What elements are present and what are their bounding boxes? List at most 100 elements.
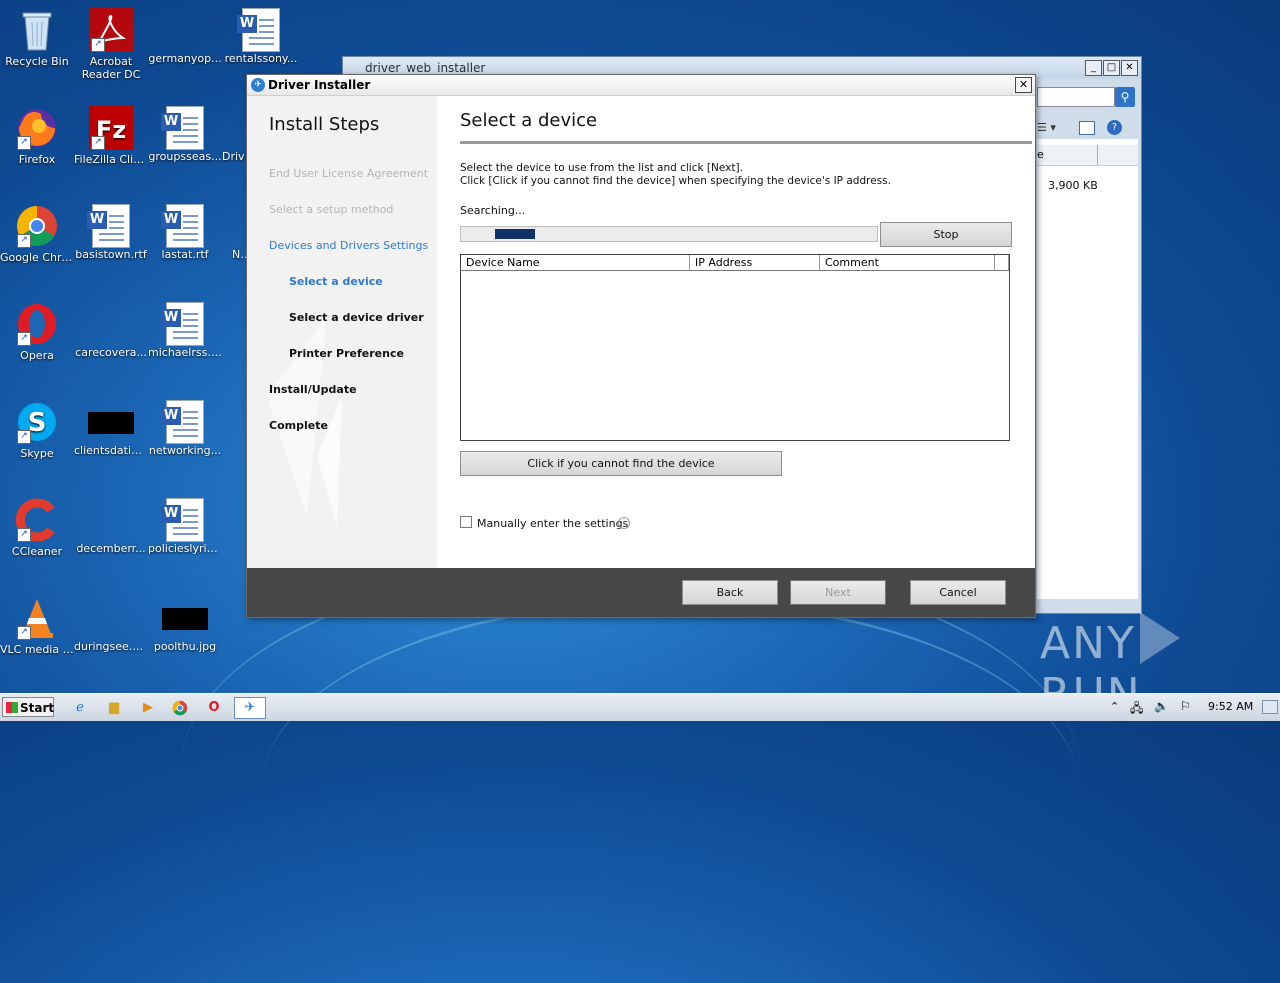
next-button[interactable]: Next xyxy=(790,580,886,605)
network-icon[interactable]: 🖧 xyxy=(1130,699,1143,720)
back-button[interactable]: Back xyxy=(682,580,778,605)
opera-icon[interactable]: O xyxy=(200,697,228,719)
desktop-icon-acrobat[interactable]: ↗ Acrobat Reader DC xyxy=(74,8,148,81)
step-install-update: Install/Update xyxy=(269,383,357,396)
folder-icon[interactable]: ▆ xyxy=(100,697,128,719)
file-icon xyxy=(74,498,148,542)
desktop-icon-germanyop[interactable]: germanyop... xyxy=(148,8,222,65)
desktop-icon-ne[interactable]: Ne xyxy=(232,204,246,261)
select-device-panel: Select a device Select the device to use… xyxy=(437,96,1035,568)
desktop-icon-label: Opera xyxy=(20,349,54,362)
desktop-icon-label: basistown.rtf xyxy=(75,248,147,261)
explorer-search-input[interactable] xyxy=(1037,87,1115,107)
desktop-icon-filezilla[interactable]: Fz ↗ FileZilla Client xyxy=(74,106,148,166)
steps-heading: Install Steps xyxy=(269,114,380,135)
recycle-bin-icon xyxy=(15,8,59,52)
desktop-icon-label: michaelrss.rtf xyxy=(148,346,222,359)
shortcut-arrow-icon: ↗ xyxy=(91,38,105,52)
shortcut-arrow-icon: ↗ xyxy=(17,332,31,346)
watermark-text: ANY xyxy=(1040,618,1136,669)
chrome-icon[interactable] xyxy=(166,697,194,719)
desktop-icon-label: CCleaner xyxy=(11,545,63,558)
progress-indicator xyxy=(495,229,535,239)
desktop-icon-carecovera[interactable]: carecovera... xyxy=(74,302,148,359)
media-player-icon[interactable]: ▶ xyxy=(134,697,162,719)
minimize-button[interactable]: _ xyxy=(1085,60,1102,76)
windows-logo-icon xyxy=(6,702,18,713)
device-list-table[interactable]: Device Name IP Address Comment xyxy=(460,254,1010,441)
desktop-icon-poolthu[interactable]: poolthu.jpg xyxy=(148,596,222,653)
preview-pane-icon[interactable] xyxy=(1079,121,1095,135)
explorer-column-header[interactable]: e xyxy=(1037,145,1138,166)
driver-installer-dialog[interactable]: ✈ Driver Installer ✕ Install Steps End U… xyxy=(246,74,1036,618)
column-header-device-name[interactable]: Device Name xyxy=(461,255,690,271)
search-icon[interactable]: ⚲ xyxy=(1115,87,1135,107)
desktop-icon-lastat[interactable]: W lastat.rtf xyxy=(148,204,222,261)
vlc-icon: ↗ xyxy=(15,596,59,640)
desktop-icon-clientsdatin[interactable]: clientsdatin... xyxy=(74,400,148,457)
desktop-icon-ccleaner[interactable]: ↗ CCleaner xyxy=(0,498,74,558)
file-icon xyxy=(222,106,246,150)
taskbar: Start ℯ ▆ ▶ O ✈ ⌃ 🖧 🔈 ⚐ 9:52 AM xyxy=(0,693,1280,721)
show-hidden-icons-button[interactable]: ⌃ xyxy=(1110,700,1119,713)
desktop-icon-driv[interactable]: Driv xyxy=(222,106,246,163)
step-select-device-driver: Select a device driver xyxy=(289,311,424,324)
desktop-icon-label: poolthu.jpg xyxy=(153,640,217,653)
heading-divider xyxy=(460,141,1032,144)
maximize-button[interactable]: □ xyxy=(1103,60,1120,76)
step-devices-drivers-settings: Devices and Drivers Settings xyxy=(269,239,429,252)
close-button[interactable]: ✕ xyxy=(1015,77,1032,93)
dialog-title: Driver Installer xyxy=(268,78,371,92)
desktop-icon-label: Google Chrome xyxy=(0,251,74,264)
word-doc-icon xyxy=(232,204,246,248)
shortcut-arrow-icon: ↗ xyxy=(91,136,105,150)
volume-icon[interactable]: 🔈 xyxy=(1154,699,1169,713)
word-doc-icon: W xyxy=(161,400,204,444)
manual-settings-checkbox-row[interactable]: Manually enter the settings xyxy=(460,516,628,530)
desktop-icon-opera[interactable]: ↗ Opera xyxy=(0,302,74,362)
desktop-icon-label: Firefox xyxy=(18,153,56,166)
desktop-icon-firefox[interactable]: ↗ Firefox xyxy=(0,106,74,166)
desktop-icon-duringsee[interactable]: duringsee.png xyxy=(74,596,148,653)
desktop-icon-decemberr[interactable]: decemberr... xyxy=(74,498,148,555)
desktop-icon-michaelrss[interactable]: W michaelrss.rtf xyxy=(148,302,222,359)
desktop-icon-chrome[interactable]: ↗ Google Chrome xyxy=(0,204,74,264)
manual-settings-checkbox[interactable] xyxy=(460,516,472,528)
stop-button[interactable]: Stop xyxy=(880,222,1012,247)
desktop-icon-groupsseas[interactable]: W groupsseas... xyxy=(148,106,222,163)
info-icon[interactable]: i xyxy=(618,517,630,529)
driver-installer-icon[interactable]: ✈ xyxy=(234,697,266,719)
shortcut-arrow-icon: ↗ xyxy=(17,136,31,150)
chrome-icon: ↗ xyxy=(15,204,59,248)
desktop-icon-vlc[interactable]: ↗ VLC media player xyxy=(0,596,74,656)
action-center-flag-icon[interactable]: ⚐ xyxy=(1180,699,1191,713)
view-options-icon[interactable]: ☰ ▾ xyxy=(1037,121,1056,134)
desktop-icon-label: decemberr... xyxy=(76,542,146,555)
word-doc-icon: W xyxy=(237,8,280,52)
cannot-find-device-button[interactable]: Click if you cannot find the device xyxy=(460,451,782,476)
opera-icon: ↗ xyxy=(15,302,59,346)
desktop-icon-networking[interactable]: W networking... xyxy=(148,400,222,457)
desktop-icon-basistown[interactable]: W basistown.rtf xyxy=(74,204,148,261)
cancel-button[interactable]: Cancel xyxy=(910,580,1006,605)
desktop-icon-policieslyrics[interactable]: W policieslyrics... xyxy=(148,498,222,555)
explorer-title: driver_web_installer xyxy=(365,61,486,75)
column-header-filler xyxy=(995,255,1009,271)
word-doc-icon: W xyxy=(87,204,130,248)
close-button[interactable]: ✕ xyxy=(1121,60,1138,76)
column-header-comment[interactable]: Comment xyxy=(820,255,995,271)
desktop-icon-recycle-bin[interactable]: Recycle Bin xyxy=(0,8,74,68)
show-desktop-button[interactable] xyxy=(1262,700,1278,714)
start-button[interactable]: Start xyxy=(2,697,54,717)
search-status: Searching... xyxy=(460,204,526,217)
dialog-titlebar[interactable]: ✈ Driver Installer ✕ xyxy=(247,75,1035,96)
explorer-file-pane[interactable] xyxy=(1037,139,1138,599)
desktop-icon-rentalssony[interactable]: W rentalssony... xyxy=(224,8,298,65)
ccleaner-icon: ↗ xyxy=(15,498,59,542)
internet-explorer-icon[interactable]: ℯ xyxy=(66,697,94,719)
clock[interactable]: 9:52 AM xyxy=(1208,700,1253,713)
column-header-ip-address[interactable]: IP Address xyxy=(690,255,820,271)
file-icon xyxy=(148,8,222,52)
help-icon[interactable]: ? xyxy=(1107,120,1122,135)
desktop-icon-skype[interactable]: S ↗ Skype xyxy=(0,400,74,460)
